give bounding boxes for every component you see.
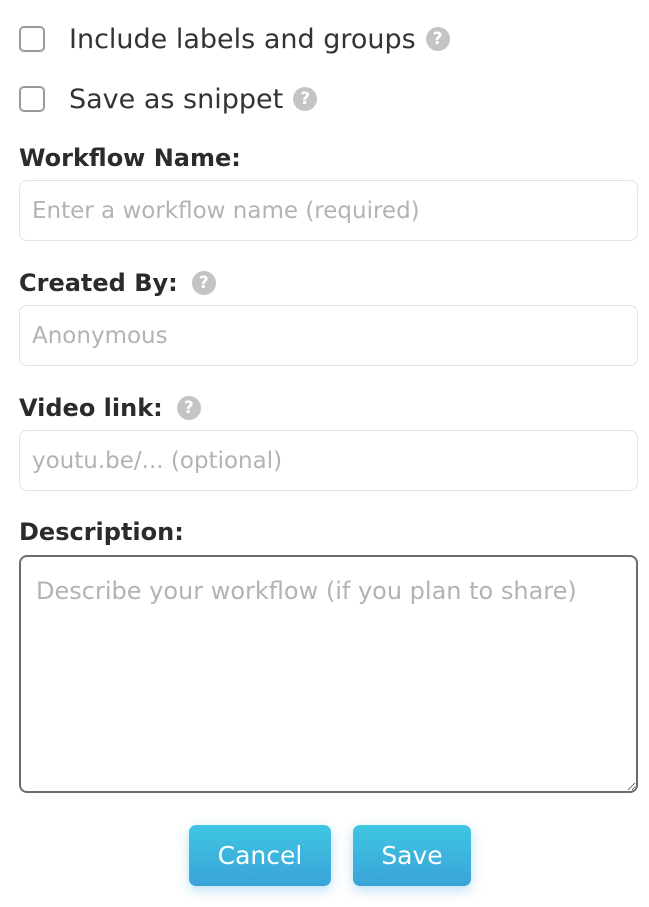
- video-link-input[interactable]: [19, 430, 638, 491]
- video-link-label-row: Video link: ?: [19, 390, 201, 426]
- workflow-name-input[interactable]: [19, 180, 638, 241]
- include-labels-checkbox[interactable]: [19, 26, 45, 52]
- cancel-button[interactable]: Cancel: [189, 825, 331, 886]
- description-label-row: Description:: [19, 514, 184, 550]
- description-label: Description:: [19, 518, 184, 546]
- question-circle-icon[interactable]: ?: [293, 87, 318, 111]
- description-textarea[interactable]: [19, 555, 638, 793]
- created-by-label: Created By:: [19, 269, 178, 297]
- include-labels-row: Include labels and groups ?: [19, 19, 450, 59]
- created-by-label-row: Created By: ?: [19, 265, 216, 301]
- workflow-name-label: Workflow Name:: [19, 144, 241, 172]
- video-link-label: Video link:: [19, 394, 163, 422]
- save-button[interactable]: Save: [353, 825, 471, 886]
- question-circle-icon[interactable]: ?: [191, 271, 216, 295]
- workflow-name-label-row: Workflow Name:: [19, 140, 241, 176]
- save-snippet-label[interactable]: Save as snippet: [69, 84, 283, 115]
- save-snippet-checkbox[interactable]: [19, 86, 45, 112]
- question-circle-icon[interactable]: ?: [176, 396, 201, 420]
- question-circle-icon[interactable]: ?: [425, 27, 450, 51]
- created-by-input[interactable]: [19, 305, 638, 366]
- include-labels-label[interactable]: Include labels and groups: [69, 24, 416, 55]
- save-snippet-row: Save as snippet ?: [19, 79, 318, 119]
